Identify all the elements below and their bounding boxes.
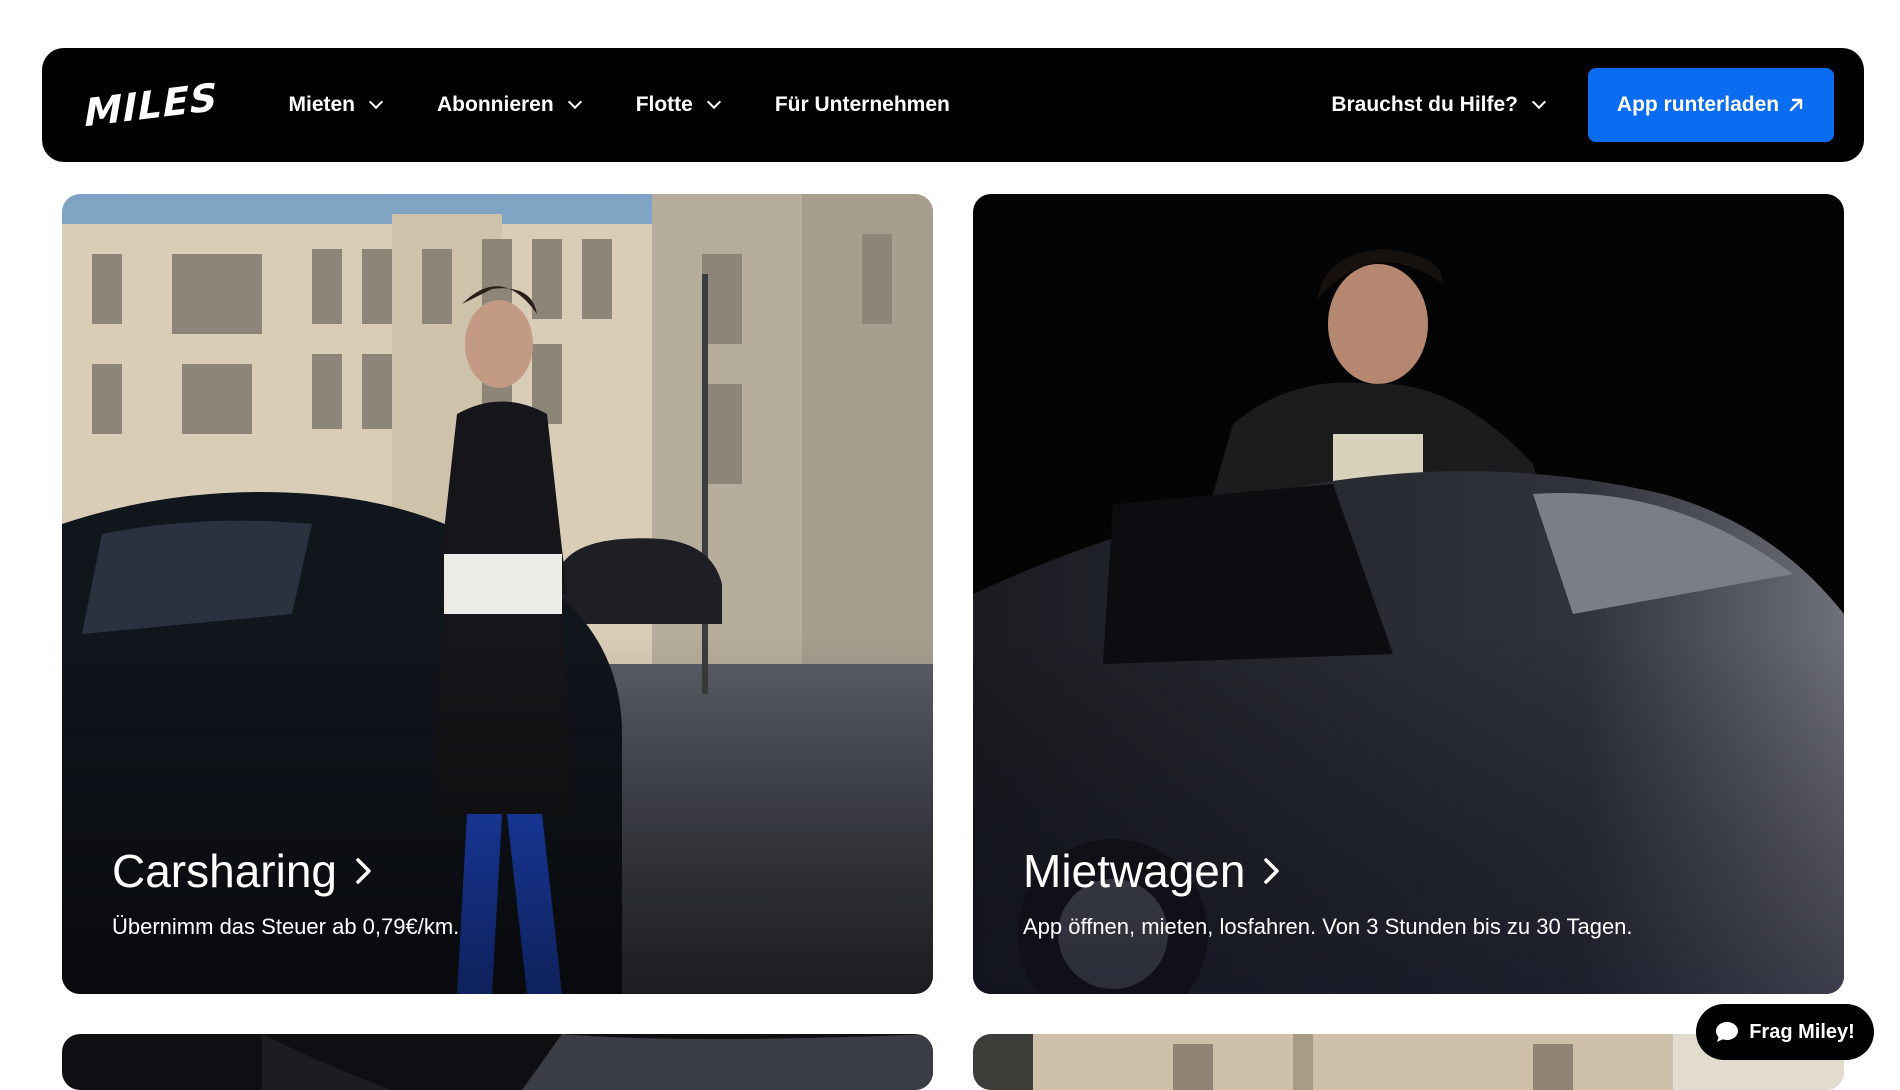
card-title-text: Carsharing xyxy=(112,845,337,897)
chevron-right-icon xyxy=(355,857,373,885)
nav-right: Brauchst du Hilfe? App runterladen xyxy=(1331,68,1834,142)
chevron-down-icon xyxy=(368,94,384,110)
main-nav: Mieten Abonnieren Flotte Für Unternehmen xyxy=(289,93,1006,117)
card-peek-photo xyxy=(62,1034,933,1090)
chevron-down-icon xyxy=(567,94,582,110)
chevron-down-icon xyxy=(1531,94,1547,110)
chat-button[interactable]: Frag Miley! xyxy=(1696,1004,1874,1060)
chevron-down-icon xyxy=(706,94,721,110)
miles-logo[interactable]: MILES xyxy=(84,75,218,136)
nav-item-label: Mieten xyxy=(288,93,356,116)
chat-bubble-icon xyxy=(1715,1021,1739,1043)
help-menu[interactable]: Brauchst du Hilfe? xyxy=(1331,93,1547,117)
nav-item-flotte[interactable]: Flotte xyxy=(635,93,721,117)
app-download-label: App runterladen xyxy=(1616,93,1780,116)
card-title: Carsharing xyxy=(112,844,373,898)
page: MILES Mieten Abonnieren Flotte Für Unter… xyxy=(0,0,1900,1090)
nav-item-mieten[interactable]: Mieten xyxy=(288,93,384,117)
top-navbar: MILES Mieten Abonnieren Flotte Für Unter… xyxy=(42,48,1864,162)
help-label: Brauchst du Hilfe? xyxy=(1331,93,1518,116)
nav-item-label: Abonnieren xyxy=(437,93,554,116)
app-download-button[interactable]: App runterladen xyxy=(1588,68,1834,142)
nav-item-label: Für Unternehmen xyxy=(774,93,950,116)
card-title: Mietwagen xyxy=(1023,844,1281,898)
nav-item-abonnieren[interactable]: Abonnieren xyxy=(437,93,582,117)
card-title-text: Mietwagen xyxy=(1023,845,1246,897)
external-link-icon xyxy=(1787,96,1805,114)
carsharing-card[interactable]: Carsharing Übernimm das Steuer ab 0,79€/… xyxy=(62,194,933,994)
chat-button-label: Frag Miley! xyxy=(1749,1020,1855,1043)
nav-item-fuer-unternehmen[interactable]: Für Unternehmen xyxy=(775,93,950,117)
mietwagen-card[interactable]: Mietwagen App öffnen, mieten, losfahren.… xyxy=(973,194,1844,994)
nav-item-label: Flotte xyxy=(635,93,693,116)
chevron-right-icon xyxy=(1263,857,1281,885)
card-subtitle: Übernimm das Steuer ab 0,79€/km. xyxy=(112,914,460,939)
card-subtitle: App öffnen, mieten, losfahren. Von 3 Stu… xyxy=(1023,914,1633,939)
card-peek-left[interactable] xyxy=(62,1034,933,1090)
